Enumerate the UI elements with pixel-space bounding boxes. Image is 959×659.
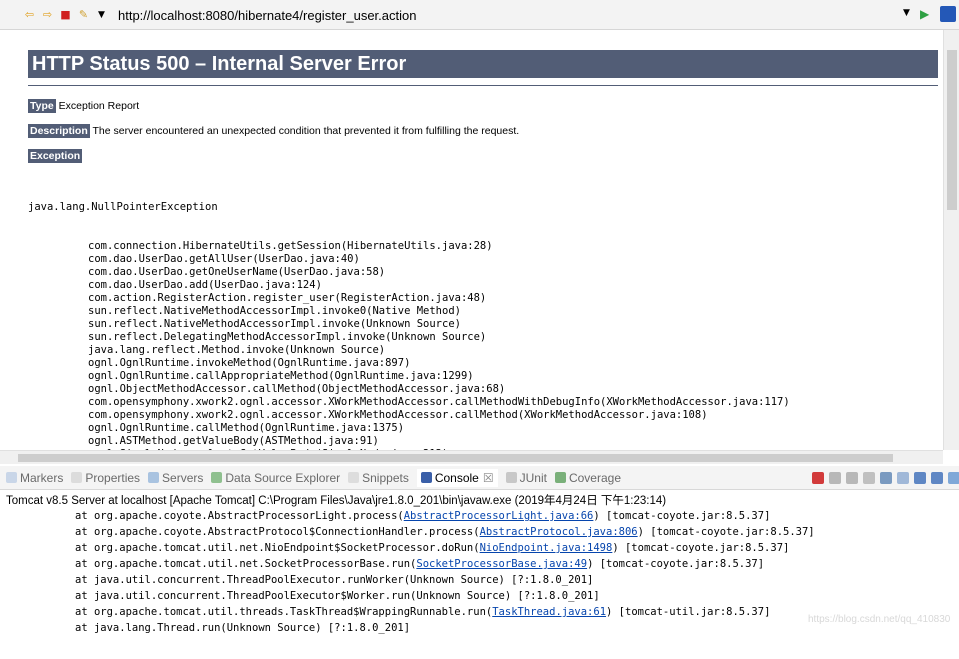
tab-snippets[interactable]: Snippets xyxy=(348,471,409,485)
pin-console-icon[interactable] xyxy=(914,472,926,484)
stack-frame: ognl.OgnlRuntime.callMethod(OgnlRuntime.… xyxy=(88,422,405,434)
source-link[interactable]: AbstractProtocol.java:806 xyxy=(480,526,638,538)
clear-console-icon[interactable] xyxy=(863,472,875,484)
exception-label: Exception xyxy=(28,149,83,163)
description-row: Description The server encountered an un… xyxy=(28,124,520,138)
junit-icon xyxy=(505,472,517,483)
source-link[interactable]: AbstractProcessorLight.java:66 xyxy=(404,510,594,522)
console-line: at java.util.concurrent.ThreadPoolExecut… xyxy=(75,588,815,604)
snippets-icon xyxy=(348,472,360,483)
tab-console[interactable]: Console ☒ xyxy=(416,468,498,487)
tab-coverage[interactable]: Coverage xyxy=(554,471,621,485)
remove-launch-icon[interactable] xyxy=(829,472,841,484)
stack-frame: com.connection.HibernateUtils.getSession… xyxy=(88,240,493,252)
database-icon xyxy=(211,472,223,483)
console-line-text: at org.apache.coyote.AbstractProcessorLi… xyxy=(75,510,404,522)
description-label: Description xyxy=(28,124,90,138)
tab-junit[interactable]: JUnit xyxy=(505,471,547,485)
external-icon[interactable] xyxy=(940,6,956,22)
console-line: at org.apache.coyote.AbstractProcessorLi… xyxy=(75,508,815,524)
stop-icon[interactable]: ■ xyxy=(58,7,73,22)
url-text[interactable]: http://localhost:8080/hibernate4/registe… xyxy=(118,8,416,23)
console-icon xyxy=(420,472,432,483)
stack-trace: java.lang.NullPointerException com.conne… xyxy=(28,175,790,450)
description-text: The server encountered an unexpected con… xyxy=(92,125,520,137)
stack-frame: sun.reflect.DelegatingMethodAccessorImpl… xyxy=(88,331,487,343)
watermark: https://blog.csdn.net/qq_410830 xyxy=(808,614,951,625)
properties-icon xyxy=(71,472,83,483)
stack-frame: com.opensymphony.xwork2.ognl.accessor.XW… xyxy=(88,396,790,408)
menu-chevron-icon[interactable]: ▼ xyxy=(94,7,109,22)
horizontal-scrollbar[interactable] xyxy=(0,450,943,464)
stack-frame: com.dao.UserDao.getAllUser(UserDao.java:… xyxy=(88,253,360,265)
console-header: Tomcat v8.5 Server at localhost [Apache … xyxy=(6,495,667,507)
console-line-text: at org.apache.coyote.AbstractProtocol$Co… xyxy=(75,526,480,538)
type-row: Type Exception Report xyxy=(28,99,140,113)
console-output: at org.apache.coyote.AbstractProcessorLi… xyxy=(75,508,815,636)
console-line-text: at java.util.concurrent.ThreadPoolExecut… xyxy=(75,574,594,586)
browser-content: HTTP Status 500 – Internal Server Error … xyxy=(0,30,943,450)
console-line: at org.apache.coyote.AbstractProtocol$Co… xyxy=(75,524,815,540)
stack-frame: sun.reflect.NativeMethodAccessorImpl.inv… xyxy=(88,318,461,330)
console-line: at org.apache.tomcat.util.net.SocketProc… xyxy=(75,556,815,572)
console-line: at org.apache.tomcat.util.threads.TaskTh… xyxy=(75,604,815,620)
markers-icon xyxy=(6,472,17,483)
console-line-text: at java.lang.Thread.run(Unknown Source) … xyxy=(75,622,411,634)
console-line-suffix: ) [tomcat-util.jar:8.5.37] xyxy=(606,606,771,618)
source-link[interactable]: TaskThread.java:61 xyxy=(492,606,606,618)
stack-frame: sun.reflect.NativeMethodAccessorImpl.inv… xyxy=(88,305,461,317)
stack-frame: com.opensymphony.xwork2.ognl.accessor.XW… xyxy=(88,409,708,421)
back-icon[interactable]: ⇦ xyxy=(22,7,37,22)
console-line-text: at org.apache.tomcat.util.net.SocketProc… xyxy=(75,558,417,570)
refresh-icon[interactable]: ✎ xyxy=(76,7,91,22)
divider xyxy=(28,85,938,86)
url-bar[interactable]: http://localhost:8080/hibernate4/registe… xyxy=(118,5,918,25)
console-line-text: at org.apache.tomcat.util.net.NioEndpoin… xyxy=(75,542,480,554)
console-line-text: at java.util.concurrent.ThreadPoolExecut… xyxy=(75,590,600,602)
stack-frame: ognl.ASTMethod.getValueBody(ASTMethod.ja… xyxy=(88,435,379,447)
tab-servers[interactable]: Servers xyxy=(148,471,203,485)
horizontal-scroll-thumb[interactable] xyxy=(18,454,893,462)
vertical-scroll-thumb[interactable] xyxy=(947,50,957,210)
stack-frame: ognl.OgnlRuntime.callAppropriateMethod(O… xyxy=(88,370,474,382)
stack-frame: com.dao.UserDao.getOneUserName(UserDao.j… xyxy=(88,266,386,278)
tab-properties[interactable]: Properties xyxy=(71,471,140,485)
go-icon[interactable]: ▶ xyxy=(920,7,934,21)
servers-icon xyxy=(148,472,160,483)
coverage-icon xyxy=(554,472,566,483)
remove-all-icon[interactable] xyxy=(846,472,858,484)
exception-name: java.lang.NullPointerException xyxy=(28,201,218,213)
stack-frame: com.action.RegisterAction.register_user(… xyxy=(88,292,487,304)
console-line: at java.lang.Thread.run(Unknown Source) … xyxy=(75,620,815,636)
type-text: Exception Report xyxy=(58,100,140,112)
display-console-icon[interactable] xyxy=(931,472,943,484)
scroll-lock-icon[interactable] xyxy=(880,472,892,484)
console-line: at org.apache.tomcat.util.net.NioEndpoin… xyxy=(75,540,815,556)
stack-frame: ognl.ObjectMethodAccessor.callMethod(Obj… xyxy=(88,383,506,395)
terminate-icon[interactable] xyxy=(812,472,824,484)
console-toolbar xyxy=(812,472,959,484)
exception-row: Exception xyxy=(28,149,83,163)
tab-data-source-explorer[interactable]: Data Source Explorer xyxy=(211,471,340,485)
source-link[interactable]: NioEndpoint.java:1498 xyxy=(480,542,613,554)
console-line-suffix: ) [tomcat-coyote.jar:8.5.37] xyxy=(637,526,815,538)
word-wrap-icon[interactable] xyxy=(897,472,909,484)
url-dropdown-icon[interactable]: ▼ xyxy=(903,8,910,18)
vertical-scrollbar[interactable] xyxy=(943,30,959,450)
console-line-suffix: ) [tomcat-coyote.jar:8.5.37] xyxy=(587,558,765,570)
page-title: HTTP Status 500 – Internal Server Error xyxy=(28,50,938,78)
stack-frame: java.lang.reflect.Method.invoke(Unknown … xyxy=(88,344,386,356)
stack-frame: ognl.OgnlRuntime.invokeMethod(OgnlRuntim… xyxy=(88,357,411,369)
tab-markers[interactable]: Markers xyxy=(6,471,63,485)
console-line-suffix: ) [tomcat-coyote.jar:8.5.37] xyxy=(593,510,771,522)
console-line-suffix: ) [tomcat-coyote.jar:8.5.37] xyxy=(612,542,790,554)
console-line: at java.util.concurrent.ThreadPoolExecut… xyxy=(75,572,815,588)
console-line-text: at org.apache.tomcat.util.threads.TaskTh… xyxy=(75,606,493,618)
source-link[interactable]: SocketProcessorBase.java:49 xyxy=(416,558,587,570)
forward-icon[interactable]: ⇨ xyxy=(40,7,55,22)
new-console-icon[interactable] xyxy=(948,472,959,484)
type-label: Type xyxy=(28,99,56,113)
stack-frame: com.dao.UserDao.add(UserDao.java:124) xyxy=(88,279,322,291)
close-icon[interactable]: ☒ xyxy=(483,471,494,485)
